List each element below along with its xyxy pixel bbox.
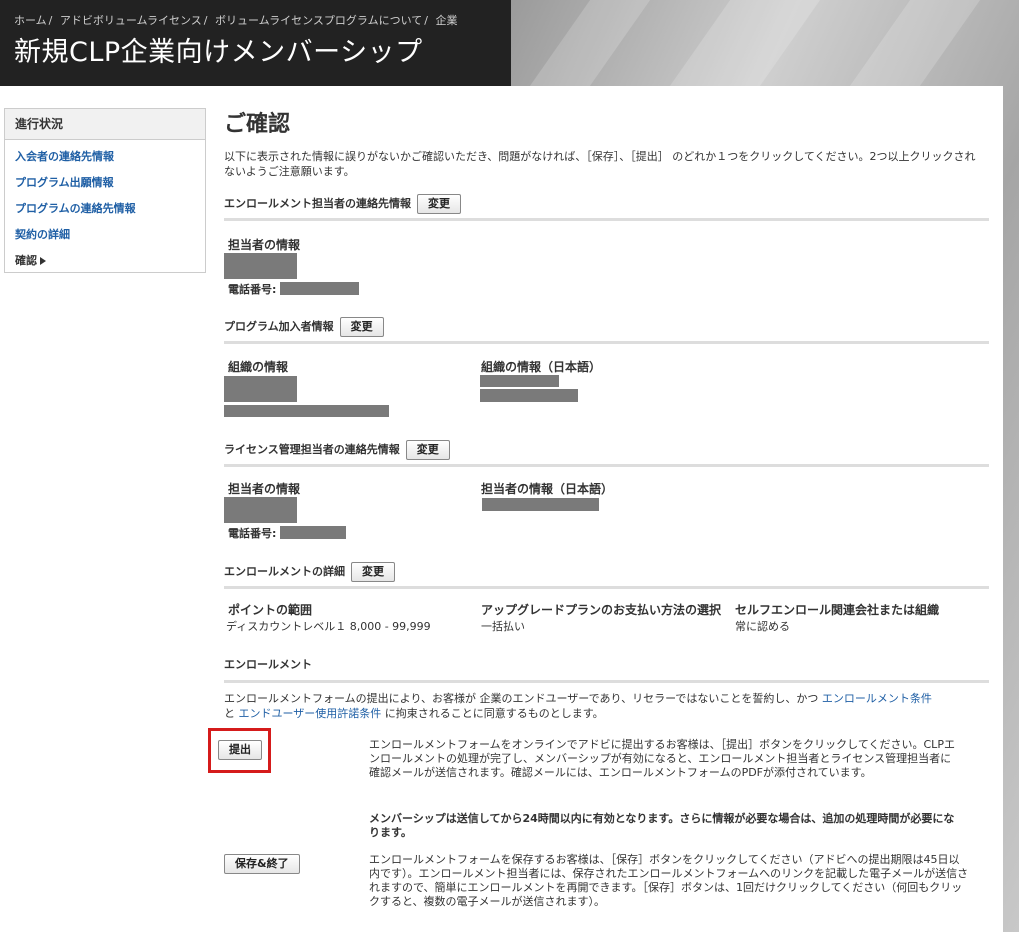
enrollment-details-title: エンロールメントの詳細 (224, 565, 345, 578)
enrollment-details-header: エンロールメントの詳細 変更 (224, 562, 989, 589)
save-exit-button[interactable]: 保存&終了 (224, 854, 300, 874)
eula-link[interactable]: エンドユーザー使用許諾条件 (239, 707, 382, 720)
sidebar-item-program-application[interactable]: プログラム出願情報 (5, 170, 205, 196)
org-info-ja-label: 組織の情報（日本語） (481, 360, 602, 374)
save-description: エンロールメントフォームを保存するお客様は、［保存］ボタンをクリックしてください… (369, 853, 969, 908)
change-enrollment-details-button[interactable]: 変更 (351, 562, 395, 582)
redacted-org-name (224, 376, 297, 402)
breadcrumb-program-about[interactable]: ボリュームライセンスプログラムについて (215, 14, 422, 27)
sidebar-item-confirm: 確認 (5, 248, 205, 274)
self-enroll-value: 常に認める (735, 620, 790, 633)
breadcrumb-enterprise: 企業 (435, 14, 458, 27)
submit-note: メンバーシップは送信してから24時間以内に有効となります。さらに情報が必要な場合… (369, 812, 955, 839)
admin-contact-ja-label: 担当者の情報（日本語） (481, 482, 614, 496)
admin-phone-label: 電話番号: (228, 527, 277, 540)
intro-text: 以下に表示された情報に誤りがないかご確認いただき、問題がなければ、［保存］、［提… (224, 150, 976, 178)
enroll-contact-header: エンロールメント担当者の連絡先情報 変更 (224, 194, 989, 221)
sidebar-item-program-contact[interactable]: プログラムの連絡先情報 (5, 196, 205, 222)
sidebar-item-enrollee-contact[interactable]: 入会者の連絡先情報 (5, 144, 205, 170)
change-license-admin-button[interactable]: 変更 (405, 440, 450, 460)
agreement-text-and: と (224, 707, 239, 720)
breadcrumb: ホーム / アドビボリュームライセンス / ボリュームライセンスプログラムについて /… (14, 14, 458, 27)
submit-button[interactable]: 提出 (218, 740, 262, 760)
redacted-contact-name (224, 253, 297, 279)
change-program-enrollee-button[interactable]: 変更 (339, 317, 384, 337)
program-enrollee-header: プログラム加入者情報 変更 (224, 317, 989, 344)
enrollment-title: エンロールメント (224, 658, 312, 671)
redacted-admin-phone (280, 526, 346, 539)
breadcrumb-volume-license[interactable]: アドビボリュームライセンス (60, 14, 202, 27)
section-heading: ご確認 (224, 112, 291, 137)
enroll-phone-label: 電話番号: (228, 283, 277, 296)
breadcrumb-home[interactable]: ホーム (14, 14, 47, 27)
upgrade-label: アップグレードプランのお支払い方法の選択 (481, 603, 722, 617)
enrollment-header: エンロールメント (224, 656, 989, 683)
sidebar-title: 進行状況 (5, 109, 205, 140)
redacted-admin-name (224, 497, 297, 523)
license-admin-header: ライセンス管理担当者の連絡先情報 変更 (224, 440, 989, 467)
enrollment-terms-link[interactable]: エンロールメント条件 (822, 692, 932, 705)
program-enrollee-title: プログラム加入者情報 (224, 320, 334, 333)
admin-contact-label: 担当者の情報 (228, 482, 301, 496)
license-admin-title: ライセンス管理担当者の連絡先情報 (224, 443, 400, 456)
upgrade-value: 一括払い (481, 620, 525, 633)
agreement-text: エンロールメントフォームの提出により、お客様が 企業のエンドユーザーであり、リセ… (224, 691, 989, 721)
redacted-org-address-ja (480, 389, 578, 402)
current-step-arrow-icon (40, 257, 46, 265)
points-value: ディスカウントレベル１ 8,000 - 99,999 (226, 620, 431, 633)
redacted-phone (280, 282, 359, 295)
page-title: 新規CLP企業向けメンバーシップ (14, 37, 423, 68)
agreement-text-after: に拘束されることに同意するものとします。 (381, 707, 604, 720)
enroll-contact-label: 担当者の情報 (228, 238, 301, 252)
self-enroll-label: セルフエンロール関連会社または組織 (735, 603, 940, 617)
redacted-org-name-ja (480, 375, 559, 387)
points-label: ポイントの範囲 (228, 603, 313, 617)
submit-description: エンロールメントフォームをオンラインでアドビに提出するお客様は、［提出］ボタンを… (369, 738, 955, 779)
change-enroll-contact-button[interactable]: 変更 (417, 194, 461, 214)
sidebar-item-confirm-label: 確認 (15, 254, 37, 267)
page-header: ホーム / アドビボリュームライセンス / ボリュームライセンスプログラムについて /… (0, 0, 511, 86)
redacted-org-address (224, 405, 389, 417)
enroll-contact-title: エンロールメント担当者の連絡先情報 (224, 197, 411, 210)
agreement-text-before: エンロールメントフォームの提出により、お客様が 企業のエンドユーザーであり、リセ… (224, 692, 822, 705)
progress-sidebar: 進行状況 入会者の連絡先情報 プログラム出願情報 プログラムの連絡先情報 契約の… (4, 108, 206, 273)
sidebar-item-contract-details[interactable]: 契約の詳細 (5, 222, 205, 248)
org-info-label: 組織の情報 (228, 360, 289, 374)
main-panel: 進行状況 入会者の連絡先情報 プログラム出願情報 プログラムの連絡先情報 契約の… (0, 86, 1003, 932)
redacted-admin-name-ja (482, 498, 599, 511)
